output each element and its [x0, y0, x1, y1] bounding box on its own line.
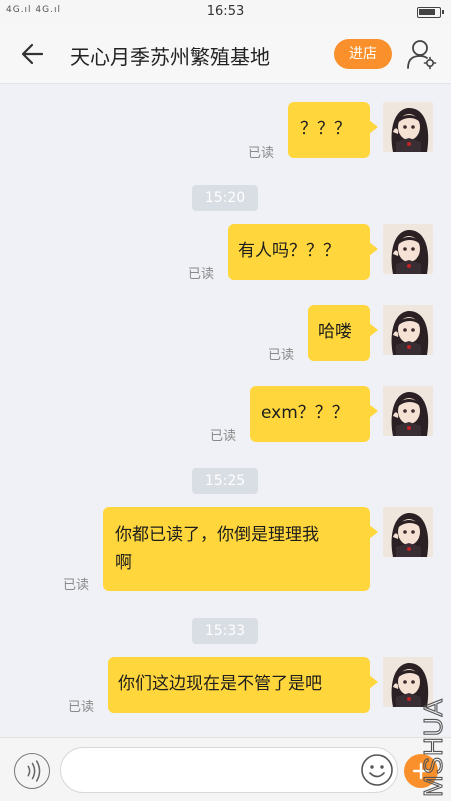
- input-bar: [0, 737, 451, 801]
- back-arrow-icon[interactable]: [18, 40, 48, 68]
- timestamp: 15:25: [192, 468, 258, 494]
- status-bar: 4G.ıl 4G.ıl 16:53: [0, 0, 451, 24]
- battery-icon: [417, 7, 444, 18]
- avatar[interactable]: [383, 224, 433, 274]
- timestamp: 15:20: [192, 185, 258, 211]
- watermark-text: MSHUA: [418, 698, 448, 797]
- read-receipt: 已读: [268, 348, 295, 363]
- read-receipt: 已读: [68, 700, 95, 715]
- watermark: MSHUA: [417, 698, 448, 798]
- read-receipt: 已读: [210, 429, 237, 444]
- read-receipt: 已读: [63, 578, 90, 593]
- message-text: 哈喽: [318, 322, 352, 342]
- avatar[interactable]: [383, 102, 433, 152]
- avatar[interactable]: [383, 386, 433, 436]
- message-bubble[interactable]: 有人吗？？？: [228, 224, 378, 280]
- message-bubble[interactable]: ？？？: [288, 102, 378, 158]
- message-input[interactable]: [60, 747, 398, 793]
- emoji-icon[interactable]: [360, 753, 394, 787]
- chat-header: 天心月季苏州繁殖基地 进店: [0, 24, 451, 84]
- avatar[interactable]: [383, 305, 433, 355]
- read-receipt: 已读: [248, 146, 275, 161]
- user-settings-icon[interactable]: [406, 38, 438, 70]
- message-text-line: 你都已读了，你倒是理理我: [115, 525, 319, 545]
- message-text-line: 啊: [115, 553, 132, 573]
- chat-messages[interactable]: 已读 ？？？ 15:20 已读 有人吗？？？ 已读 哈喽 已读 exm？？？ 1…: [0, 85, 451, 737]
- avatar[interactable]: [383, 507, 433, 557]
- message-text: ？？？: [300, 119, 351, 139]
- message-bubble[interactable]: exm？？？: [250, 386, 378, 442]
- message-bubble[interactable]: 你都已读了，你倒是理理我 啊: [103, 507, 378, 591]
- message-text: 有人吗？？？: [238, 241, 340, 261]
- read-receipt: 已读: [188, 267, 215, 282]
- message-text: exm？？？: [261, 403, 349, 423]
- message-bubble[interactable]: 哈喽: [308, 305, 378, 361]
- chat-title: 天心月季苏州繁殖基地: [70, 45, 270, 69]
- status-time: 16:53: [206, 4, 245, 19]
- enter-shop-button[interactable]: 进店: [334, 39, 392, 69]
- timestamp: 15:33: [192, 618, 258, 644]
- message-text: 你们这边现在是不管了是吧: [118, 674, 322, 694]
- voice-icon[interactable]: [14, 753, 50, 789]
- message-bubble[interactable]: 你们这边现在是不管了是吧: [108, 657, 378, 713]
